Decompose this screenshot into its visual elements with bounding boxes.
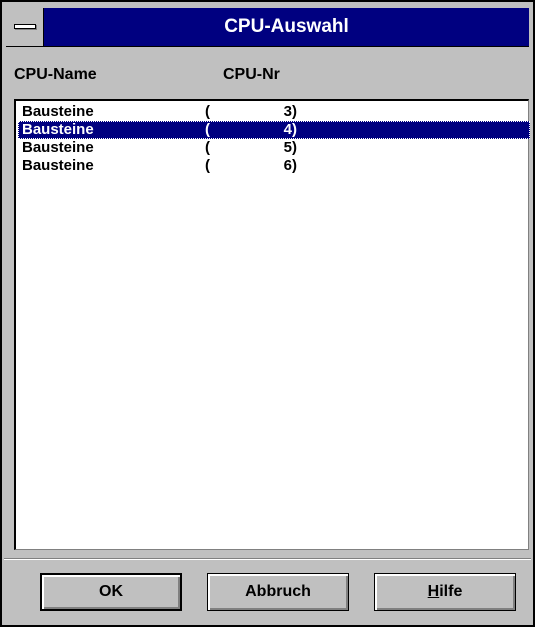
list-item-open-paren: ( <box>205 103 210 120</box>
list-item[interactable]: Bausteine ( 6 ) <box>18 157 530 175</box>
list-item-cpu-nr: 4 <box>283 121 292 138</box>
column-header-cpu-nr: CPU-Nr <box>223 66 280 83</box>
list-item-close-paren: ) <box>292 139 297 156</box>
list-item-open-paren: ( <box>205 157 210 174</box>
window-title: CPU-Auswahl <box>224 16 349 37</box>
column-header-cpu-name: CPU-Name <box>14 66 97 83</box>
list-item-selected[interactable]: Bausteine ( 4 ) <box>18 121 530 139</box>
list-item-close-paren: ) <box>292 121 297 138</box>
list-item-cpu-nr: 6 <box>283 157 292 174</box>
system-menu-button[interactable] <box>6 8 44 46</box>
help-button[interactable]: Hilfe <box>374 573 516 611</box>
list-item-close-paren: ) <box>292 103 297 120</box>
list-item-name: Bausteine <box>22 157 94 174</box>
list-item-name: Bausteine <box>22 103 94 120</box>
list-item-open-paren: ( <box>205 139 210 156</box>
title-bar[interactable]: CPU-Auswahl <box>6 8 529 47</box>
list-item-open-paren: ( <box>205 121 210 138</box>
list-item[interactable]: Bausteine ( 5 ) <box>18 139 530 157</box>
list-item-close-paren: ) <box>292 157 297 174</box>
cpu-auswahl-dialog: CPU-Auswahl CPU-Name CPU-Nr Bausteine ( … <box>0 0 535 627</box>
list-item-name: Bausteine <box>22 139 94 156</box>
ok-button[interactable]: OK <box>40 573 182 611</box>
list-item-cpu-nr: 3 <box>283 103 292 120</box>
system-menu-icon <box>14 24 36 29</box>
list-item[interactable]: Bausteine ( 3 ) <box>18 103 530 121</box>
cancel-button[interactable]: Abbruch <box>207 573 349 611</box>
button-area-divider <box>4 558 531 560</box>
list-item-cpu-nr: 5 <box>283 139 292 156</box>
cpu-listbox[interactable]: Bausteine ( 3 ) Bausteine ( 4 ) Baustein… <box>14 99 530 550</box>
help-label-rest: ilfe <box>439 583 463 600</box>
list-item-name: Bausteine <box>22 121 94 138</box>
help-hotkey: H <box>427 583 440 600</box>
